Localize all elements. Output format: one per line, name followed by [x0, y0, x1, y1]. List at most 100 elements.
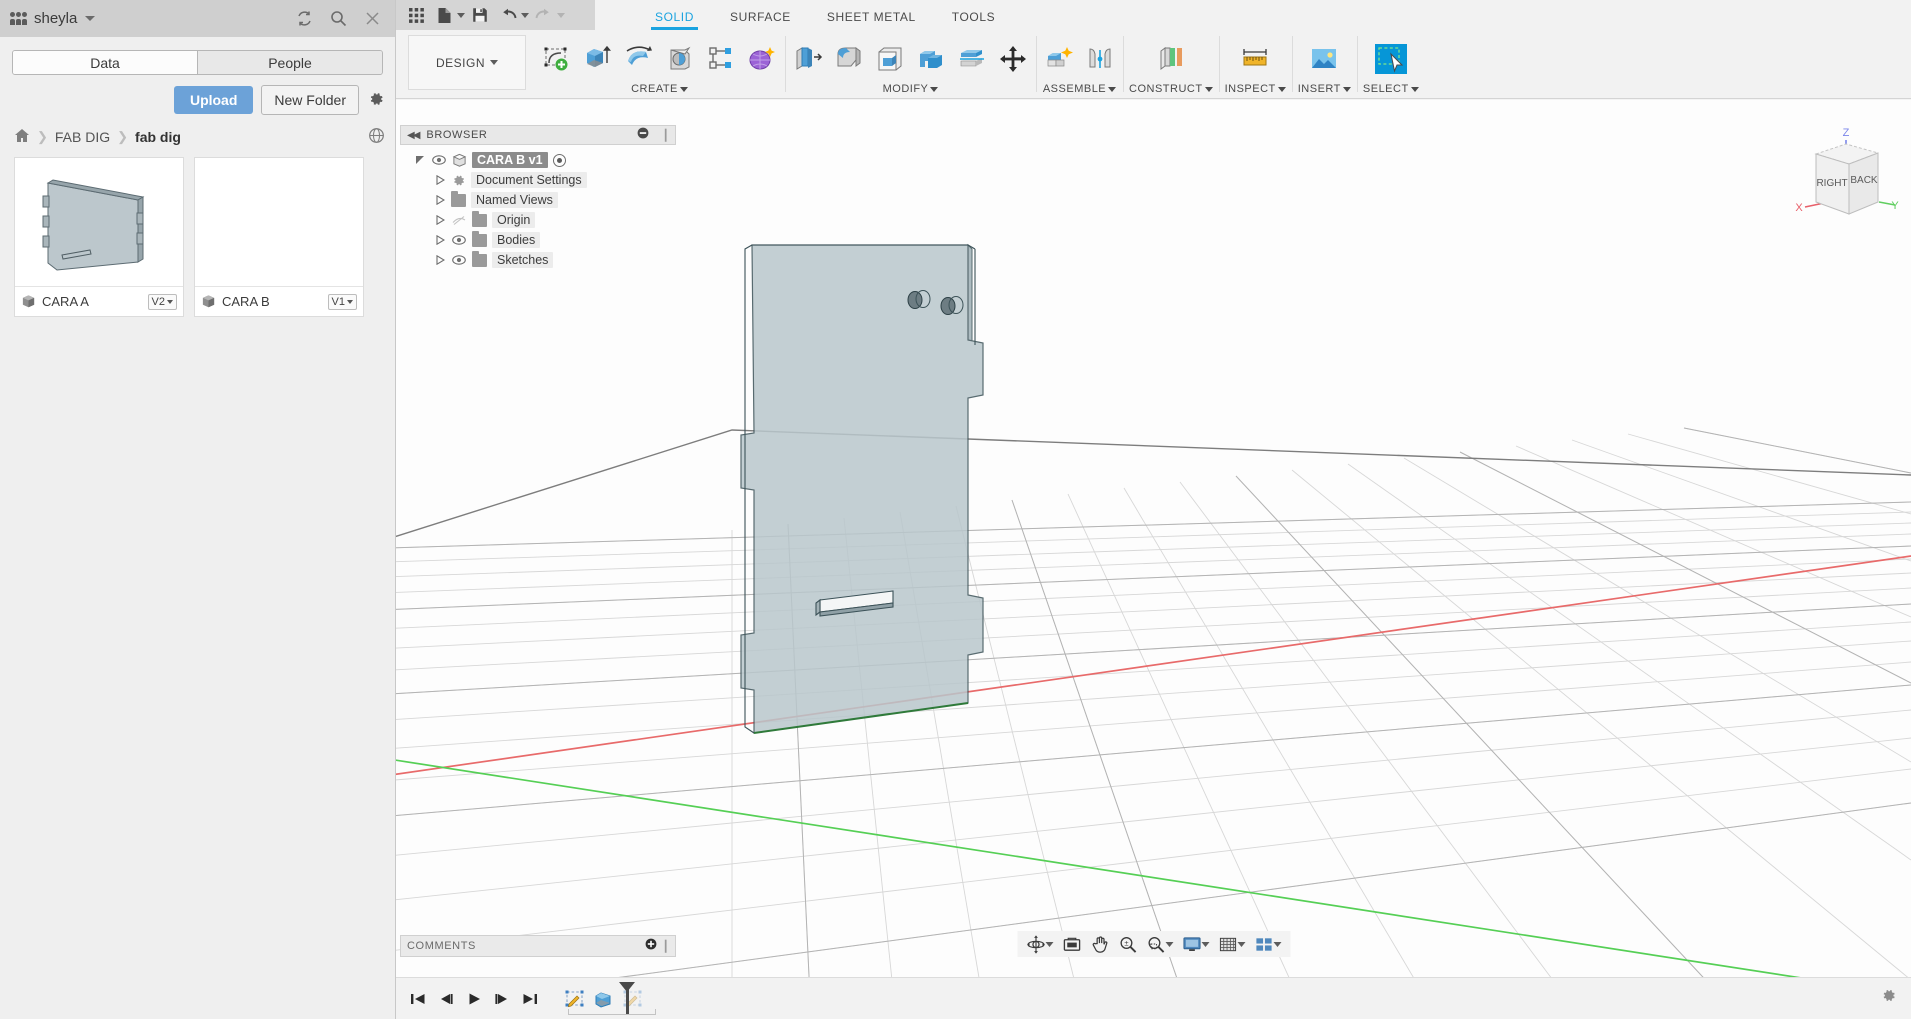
tree-node-sketches[interactable]: Sketches: [400, 250, 676, 270]
ribbon-group-label[interactable]: INSERT: [1298, 83, 1351, 95]
step-forward-icon[interactable]: [490, 987, 514, 1011]
new-file-icon[interactable]: [431, 2, 457, 28]
ribbon-group-label[interactable]: CREATE: [631, 83, 688, 95]
measure-icon[interactable]: [1238, 42, 1272, 76]
move-copy-icon[interactable]: [996, 42, 1030, 76]
pan-icon[interactable]: [1087, 933, 1112, 956]
ribbon-group-modify: MODIFY: [785, 30, 1036, 98]
tree-node-origin[interactable]: Origin: [400, 210, 676, 230]
step-back-icon[interactable]: [434, 987, 458, 1011]
extrude-icon[interactable]: [581, 42, 615, 76]
account-name[interactable]: sheyla: [34, 10, 77, 27]
activate-component-radio[interactable]: [553, 154, 566, 167]
ribbon-group-label[interactable]: ASSEMBLE: [1043, 83, 1116, 95]
expand-triangle-icon[interactable]: [414, 155, 426, 165]
select-window-icon[interactable]: [1374, 42, 1408, 76]
orbit-icon[interactable]: [1023, 933, 1056, 956]
combine-icon[interactable]: [914, 42, 948, 76]
file-card[interactable]: CARA B V1: [194, 157, 364, 317]
gear-icon[interactable]: [367, 90, 385, 111]
minus-circle-icon[interactable]: [637, 126, 649, 144]
tree-node-bodies[interactable]: Bodies: [400, 230, 676, 250]
display-settings-icon[interactable]: [1179, 933, 1212, 956]
plus-circle-icon[interactable]: [645, 937, 657, 955]
play-icon[interactable]: [462, 987, 486, 1011]
revolve-icon[interactable]: [622, 42, 656, 76]
new-folder-button[interactable]: New Folder: [261, 85, 359, 115]
create-sketch-icon[interactable]: [540, 42, 574, 76]
close-icon[interactable]: [359, 6, 385, 32]
zoom-window-icon[interactable]: [1143, 933, 1176, 956]
joint-icon[interactable]: [1083, 42, 1117, 76]
breadcrumb-item-project[interactable]: FAB DIG: [55, 129, 110, 145]
go-to-beginning-icon[interactable]: [406, 987, 430, 1011]
tab-tools[interactable]: TOOLS: [934, 10, 1013, 30]
home-icon[interactable]: [14, 128, 30, 146]
chevron-down-icon[interactable]: [457, 13, 465, 18]
undo-icon[interactable]: [495, 2, 521, 28]
expand-triangle-icon[interactable]: [434, 255, 446, 265]
tab-solid[interactable]: SOLID: [637, 10, 712, 30]
view-cube[interactable]: Z X Y RIGHT BACK: [1791, 122, 1901, 227]
look-at-icon[interactable]: [1059, 933, 1084, 956]
upload-button[interactable]: Upload: [174, 86, 253, 114]
expand-triangle-icon[interactable]: [434, 175, 446, 185]
visibility-eye-icon[interactable]: [431, 155, 447, 165]
cube-icon: [21, 294, 36, 309]
tab-data[interactable]: Data: [13, 51, 197, 74]
browser-tree: CARA B v1 Document Settings Named Views: [400, 145, 676, 270]
collapse-left-icon[interactable]: ◀◀: [407, 130, 418, 141]
offset-plane-icon[interactable]: [1154, 42, 1188, 76]
version-selector[interactable]: V2: [148, 294, 177, 310]
ribbon-group-label[interactable]: MODIFY: [883, 83, 939, 95]
chevron-down-icon[interactable]: [85, 16, 95, 21]
tab-sheet-metal[interactable]: SHEET METAL: [809, 10, 934, 30]
apps-grid-icon[interactable]: [403, 2, 429, 28]
sweep-icon[interactable]: [663, 42, 697, 76]
tree-node-cara-b[interactable]: CARA B v1: [400, 150, 676, 170]
chevron-down-icon[interactable]: [521, 13, 529, 18]
visibility-eye-icon[interactable]: [451, 235, 467, 245]
go-to-end-icon[interactable]: [518, 987, 542, 1011]
press-pull-icon[interactable]: [791, 42, 825, 76]
file-card[interactable]: CARA A V2: [14, 157, 184, 317]
shell-icon[interactable]: [873, 42, 907, 76]
ribbon-group-label[interactable]: CONSTRUCT: [1129, 83, 1213, 95]
chevron-down-icon: [1045, 942, 1053, 947]
expand-triangle-icon[interactable]: [434, 195, 446, 205]
insert-image-icon[interactable]: [1307, 42, 1341, 76]
resize-handle[interactable]: ┃: [662, 940, 669, 953]
form-icon[interactable]: [745, 42, 779, 76]
globe-icon[interactable]: [368, 127, 385, 147]
viewports-icon[interactable]: [1251, 933, 1284, 956]
fillet-icon[interactable]: [832, 42, 866, 76]
save-icon[interactable]: [467, 2, 493, 28]
tree-node-named-views[interactable]: Named Views: [400, 190, 676, 210]
new-component-icon[interactable]: [1042, 42, 1076, 76]
tab-people[interactable]: People: [197, 51, 382, 74]
loft-icon[interactable]: [704, 42, 738, 76]
workspace-switcher[interactable]: DESIGN: [408, 35, 526, 90]
search-icon[interactable]: [325, 6, 351, 32]
ribbon-group-label[interactable]: INSPECT: [1225, 83, 1286, 95]
zoom-icon[interactable]: ±: [1115, 933, 1140, 956]
breadcrumb-item-folder[interactable]: fab dig: [135, 129, 181, 145]
visibility-eye-off-icon[interactable]: [451, 215, 467, 226]
cube-icon: [201, 294, 216, 309]
expand-triangle-icon[interactable]: [434, 215, 446, 225]
gear-icon[interactable]: [1880, 987, 1897, 1009]
chevron-down-icon: [680, 87, 688, 92]
resize-handle[interactable]: ┃: [662, 129, 669, 142]
tree-node-document-settings[interactable]: Document Settings: [400, 170, 676, 190]
chevron-down-icon: [1411, 87, 1419, 92]
tab-surface[interactable]: SURFACE: [712, 10, 809, 30]
extrude-feature-icon[interactable]: [591, 987, 617, 1011]
sketch-feature-icon[interactable]: [562, 987, 588, 1011]
refresh-icon[interactable]: [291, 6, 317, 32]
visibility-eye-icon[interactable]: [451, 255, 467, 265]
grid-snaps-icon[interactable]: [1215, 933, 1248, 956]
split-face-icon[interactable]: [955, 42, 989, 76]
version-selector[interactable]: V1: [328, 294, 357, 310]
expand-triangle-icon[interactable]: [434, 235, 446, 245]
ribbon-group-label[interactable]: SELECT: [1363, 83, 1419, 95]
